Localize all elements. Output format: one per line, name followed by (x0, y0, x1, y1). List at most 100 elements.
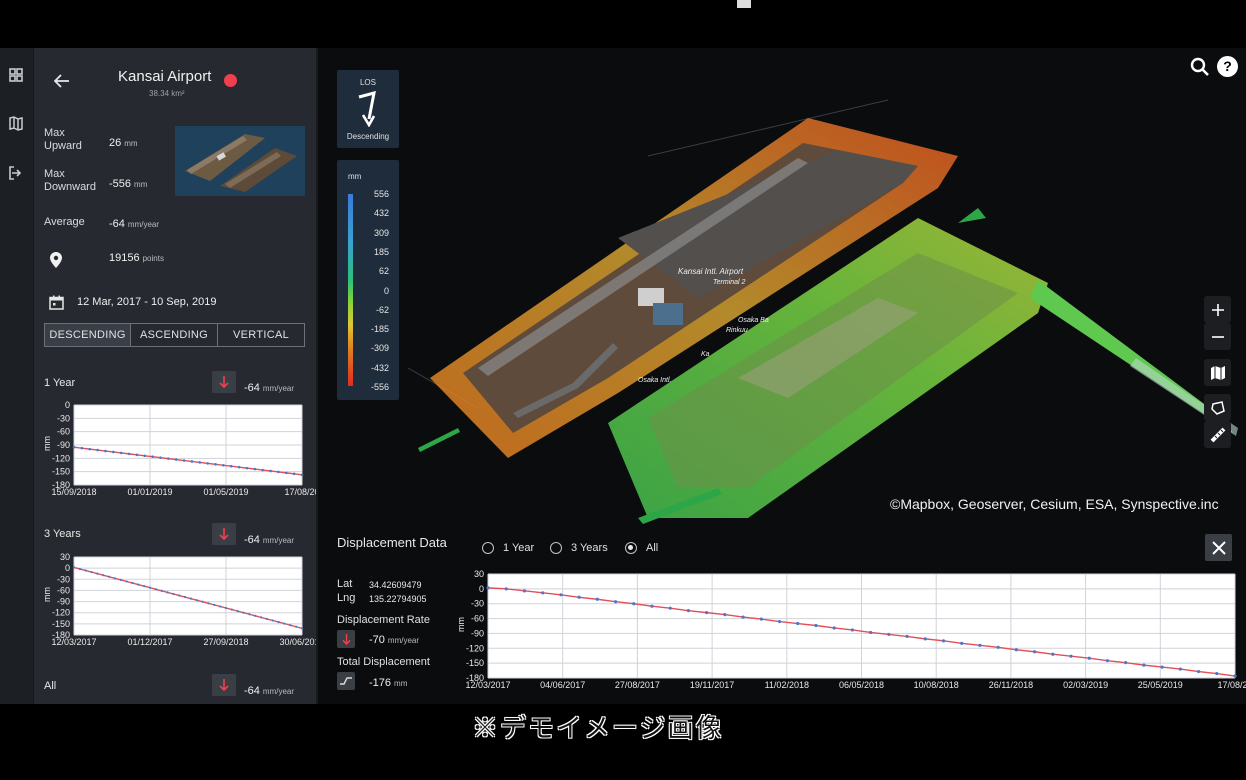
x-tick-label: 15/09/2018 (51, 487, 96, 497)
data-point (148, 586, 152, 589)
data-point (1178, 667, 1182, 671)
data-point (1233, 674, 1237, 678)
legend-tick-label: 185 (373, 246, 389, 257)
data-point (245, 466, 249, 470)
legend-unit: mm (348, 172, 362, 181)
data-point (131, 581, 134, 585)
data-point (960, 641, 964, 645)
data-point (559, 593, 563, 597)
map-label: Osaka Intl. (638, 377, 672, 384)
x-tick-label: 01/01/2019 (127, 487, 172, 497)
zoom-in-button[interactable] (1204, 296, 1231, 323)
data-point (796, 621, 800, 626)
points-value: 19156 points (109, 252, 164, 264)
range-radio-3-years[interactable] (550, 542, 562, 554)
data-point (214, 463, 217, 466)
range-label-3-years[interactable]: 3 Years (571, 542, 608, 554)
tab-ascending[interactable]: ASCENDING (130, 323, 218, 347)
displacement-chart: 300-30-60-90-120-150-18012/03/2017 04/06/… (456, 570, 1246, 690)
data-point (577, 595, 581, 599)
trend-down-button[interactable] (212, 523, 236, 545)
x-tick-label: 04/06/2017 (540, 680, 585, 690)
data-point (229, 464, 233, 468)
logout-icon[interactable] (8, 165, 24, 181)
y-tick-label: 0 (65, 563, 70, 573)
data-point (107, 575, 111, 578)
layers-button[interactable] (1204, 359, 1231, 386)
data-point (125, 580, 128, 583)
polygon-tool-button[interactable] (1204, 394, 1231, 421)
close-button[interactable] (1205, 534, 1232, 561)
y-tick-label: 0 (479, 584, 484, 594)
data-point (248, 613, 251, 616)
data-point (741, 615, 745, 619)
range-radio-all[interactable] (625, 542, 637, 554)
data-point (814, 623, 818, 628)
point-cloud-map[interactable]: Kansai Intl. Airport Terminal 2 Osaka Ba… (318, 48, 1246, 528)
legend-colorbar (348, 194, 353, 386)
data-point (777, 619, 782, 624)
demo-caption: ※デモイメージ画像 (472, 713, 724, 743)
los-indicator: LOS Descending (337, 70, 399, 148)
total-trend-button[interactable] (337, 672, 355, 690)
search-icon[interactable] (1190, 57, 1210, 77)
legend-tick-label: -432 (370, 362, 389, 373)
x-tick-label: 27/08/2017 (615, 680, 660, 690)
x-tick-label: 12/03/2017 (51, 637, 96, 647)
data-point (172, 592, 175, 596)
trend-down-button[interactable] (212, 674, 236, 696)
range-label-1-year[interactable]: 1 Year (503, 542, 534, 554)
data-point (174, 458, 178, 461)
rate-label: Displacement Rate (337, 614, 430, 626)
legend-tick-label: 62 (378, 266, 389, 277)
app-window: Kansai Airport 38.34 km² Max Upward 26 mm… (0, 48, 1246, 704)
arrow-down-icon (219, 528, 229, 540)
data-point (213, 603, 216, 606)
data-point (832, 626, 836, 630)
tab-descending[interactable]: DESCENDING (44, 323, 131, 347)
displacement-title: Displacement Data (337, 535, 447, 550)
arrow-down-icon (219, 679, 229, 691)
range-label-all[interactable]: All (646, 542, 658, 554)
data-point (996, 645, 1000, 649)
zoom-out-button[interactable] (1204, 323, 1231, 350)
data-point (167, 457, 170, 460)
y-axis-label: mm (42, 436, 52, 451)
data-point (1196, 669, 1201, 674)
los-direction: Descending (346, 132, 390, 141)
data-point (190, 460, 194, 463)
x-tick-label: 01/12/2017 (127, 637, 172, 647)
data-point (96, 448, 99, 452)
x-tick-label: 26/11/2018 (989, 680, 1033, 690)
data-point (195, 599, 198, 602)
data-point (72, 445, 76, 449)
data-point (300, 627, 304, 630)
rate-trend-button[interactable] (337, 630, 355, 648)
range-radio-1-year[interactable] (482, 542, 494, 554)
data-point (1087, 656, 1091, 660)
data-point (198, 461, 202, 464)
help-icon[interactable]: ? (1217, 56, 1238, 77)
ruler-tool-button[interactable] (1204, 421, 1231, 448)
x-tick-label: 17/08/20 (1217, 680, 1246, 690)
data-point (504, 587, 508, 591)
data-point (941, 639, 946, 643)
legend-tick-label: 432 (373, 208, 389, 219)
y-tick-label: -30 (57, 574, 70, 584)
data-point (78, 567, 81, 571)
ruler-icon (1210, 427, 1225, 442)
back-arrow-icon[interactable] (54, 74, 70, 88)
dashboard-icon[interactable] (8, 67, 24, 83)
tab-vertical[interactable]: VERTICAL (217, 323, 305, 347)
map-icon[interactable] (8, 115, 24, 131)
data-point (923, 637, 927, 641)
data-point (104, 449, 107, 453)
data-point (723, 613, 727, 617)
lng-value: 135.22794905 (369, 594, 427, 604)
data-point (230, 608, 233, 611)
data-point (289, 624, 292, 627)
trend-down-button[interactable] (212, 371, 236, 393)
average-value: -64 mm/year (109, 218, 160, 230)
data-point (88, 447, 92, 451)
data-point (84, 569, 87, 572)
